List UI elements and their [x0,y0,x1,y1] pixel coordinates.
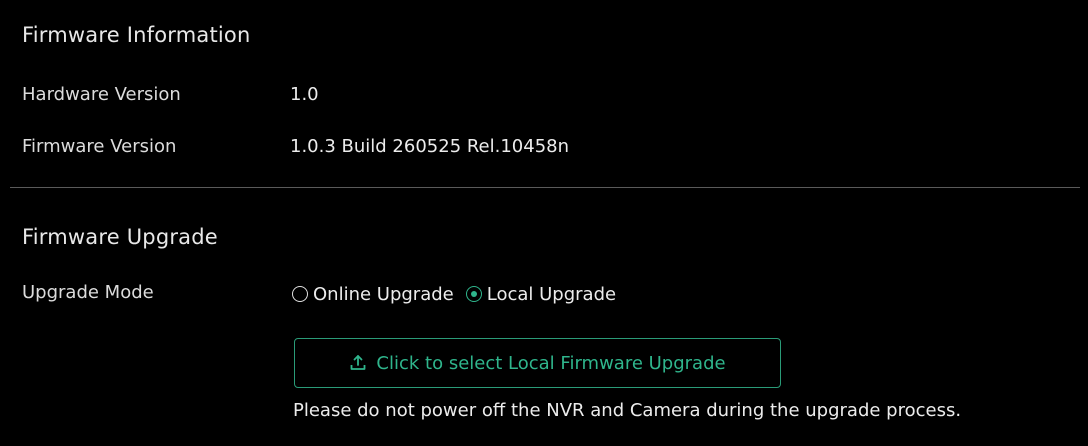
firmware-version-value: 1.0.3 Build 260525 Rel.10458n [290,136,570,157]
firmware-version-label: Firmware Version [22,136,177,157]
section-divider [10,187,1080,188]
hardware-version-label: Hardware Version [22,84,181,105]
online-upgrade-label: Online Upgrade [313,283,454,305]
upgrade-warning-text: Please do not power off the NVR and Came… [293,400,962,421]
firmware-page: Firmware Information Hardware Version 1.… [0,0,1088,446]
local-upgrade-label: Local Upgrade [486,283,617,305]
firmware-upgrade-title: Firmware Upgrade [22,225,218,249]
radio-checked-icon[interactable] [465,286,482,302]
select-local-firmware-button[interactable]: Click to select Local Firmware Upgrade [294,338,781,388]
upgrade-mode-radio-group: Online Upgrade Local Upgrade [292,281,616,307]
upgrade-mode-label: Upgrade Mode [22,282,154,303]
local-upgrade-radio[interactable]: Local Upgrade [465,283,617,305]
upload-icon [351,355,366,370]
select-local-firmware-label: Click to select Local Firmware Upgrade [376,352,726,374]
online-upgrade-radio[interactable]: Online Upgrade [292,284,454,305]
firmware-information-title: Firmware Information [22,23,251,47]
radio-unchecked-icon[interactable] [292,286,308,302]
hardware-version-value: 1.0 [290,84,319,105]
